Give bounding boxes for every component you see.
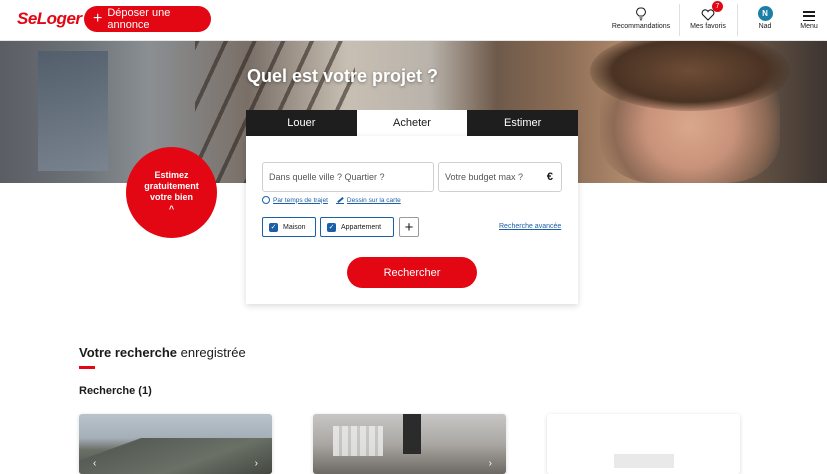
estimate-line-2: gratuitement <box>144 180 199 191</box>
saved-search-count: Recherche (1) <box>79 385 152 397</box>
menu-button[interactable]: Menu <box>796 3 822 39</box>
add-property-type-button[interactable]: + <box>399 217 419 237</box>
hero-title: Quel est votre projet ? <box>247 66 439 86</box>
budget-placeholder: Votre budget max ? <box>445 172 524 182</box>
saved-search-title: Votre recherche enregistrée <box>79 345 246 360</box>
chevron-right-icon[interactable]: › <box>489 458 492 469</box>
euro-icon: € <box>546 171 553 183</box>
city-placeholder: Dans quelle ville ? Quartier ? <box>269 172 385 182</box>
apartment-type-label: Appartement <box>341 223 382 231</box>
saved-search-card[interactable]: ‹ › <box>79 414 272 474</box>
search-panel: Dans quelle ville ? Quartier ? Votre bud… <box>246 136 578 304</box>
chevron-up-icon: ^ <box>168 204 175 215</box>
budget-input[interactable]: Votre budget max ? € <box>438 162 562 192</box>
city-search-input[interactable]: Dans quelle ville ? Quartier ? <box>262 162 434 192</box>
estimate-line-1: Estimez <box>154 169 189 180</box>
heart-icon: 7 <box>701 1 723 21</box>
map-drawing-link[interactable]: Dessin sur la carte <box>335 196 401 204</box>
house-type-label: Maison <box>283 223 306 231</box>
advanced-search-link[interactable]: Recherche avancée <box>499 223 561 230</box>
recommendations-label: Recommandations <box>611 23 671 30</box>
favorites-label: Mes favoris <box>690 23 726 30</box>
header-divider <box>679 4 680 36</box>
travel-time-label: Par temps de trajet <box>273 196 328 204</box>
estimate-property-button[interactable]: Estimez gratuitement votre bien ^ <box>126 147 217 238</box>
header-divider <box>737 4 738 36</box>
plus-icon: + <box>93 10 103 27</box>
title-accent-bar <box>79 366 95 369</box>
tab-acheter[interactable]: Acheter <box>356 110 468 136</box>
check-icon: ✓ <box>269 222 278 232</box>
travel-time-link[interactable]: Par temps de trajet <box>262 196 328 204</box>
map-drawing-label: Dessin sur la carte <box>346 196 401 204</box>
favorites-count-badge: 7 <box>712 1 723 12</box>
saved-search-title-rest: enregistrée <box>177 345 246 360</box>
seloger-logo[interactable]: SeLoger <box>17 9 82 29</box>
apartment-type-checkbox[interactable]: ✓ Appartement <box>320 217 394 237</box>
avatar-wrapper: N <box>757 3 773 21</box>
search-mode-links: Par temps de trajet Dessin sur la carte <box>262 196 401 204</box>
post-listing-button[interactable]: + Déposer une annonce <box>84 6 211 32</box>
saved-search-card[interactable]: › <box>313 414 506 474</box>
search-tabs: Louer Acheter Estimer <box>246 110 579 136</box>
user-account-button[interactable]: N Nad <box>750 3 780 39</box>
favorites-button[interactable]: 7 Mes favoris <box>686 1 730 39</box>
post-listing-label: Déposer une annonce <box>107 7 171 31</box>
recommendations-button[interactable]: Recommandations <box>610 3 672 39</box>
lightbulb-icon <box>636 3 646 21</box>
estimate-line-3: votre bien <box>149 192 193 202</box>
avatar: N <box>757 6 773 21</box>
search-submit-button[interactable]: Rechercher <box>347 257 477 288</box>
check-icon: ✓ <box>327 222 336 232</box>
listing-photo <box>333 426 383 456</box>
tab-louer[interactable]: Louer <box>246 110 357 136</box>
listing-photo-detail <box>403 414 421 454</box>
pencil-icon <box>335 196 344 204</box>
saved-search-title-bold: Votre recherche <box>79 345 178 360</box>
house-type-checkbox[interactable]: ✓ Maison <box>262 217 316 237</box>
hero-background-building <box>38 51 108 171</box>
chevron-left-icon[interactable]: ‹ <box>93 458 96 469</box>
user-name-label: Nad <box>758 23 772 30</box>
listing-photo <box>79 438 272 474</box>
tab-estimer[interactable]: Estimer <box>467 110 579 136</box>
hamburger-icon <box>803 3 815 21</box>
saved-search-card[interactable] <box>547 414 740 474</box>
clock-icon <box>262 196 270 204</box>
top-header: SeLoger + Déposer une annonce Recommanda… <box>0 0 827 41</box>
chevron-right-icon[interactable]: › <box>255 458 258 469</box>
menu-label: Menu <box>800 23 818 30</box>
